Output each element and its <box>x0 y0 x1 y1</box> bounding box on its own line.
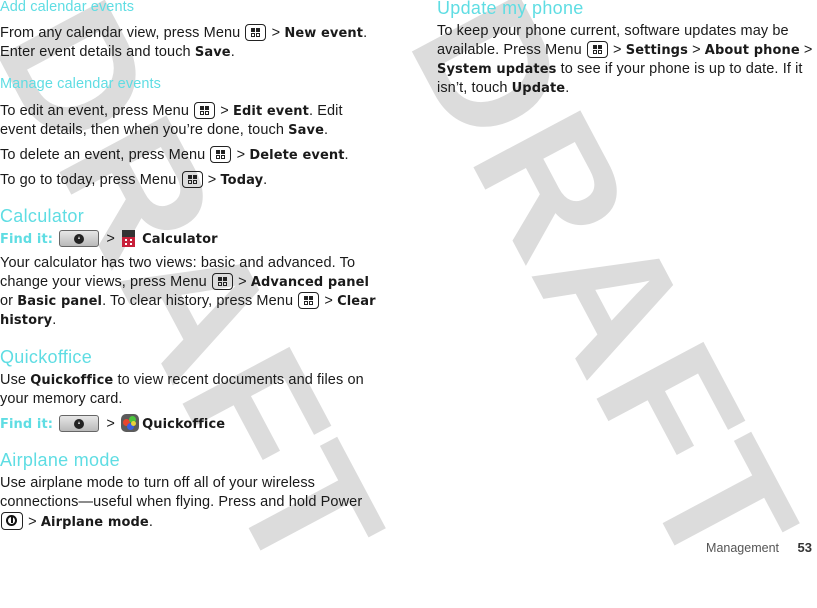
paragraph: Use Quickoffice to view recent documents… <box>0 371 380 409</box>
text: . <box>344 147 349 163</box>
option-airplane-mode: Airplane mode <box>40 515 149 530</box>
option-settings: Settings <box>625 43 688 58</box>
calculator-app-icon <box>122 230 136 247</box>
option-today: Today <box>220 173 264 188</box>
section-heading: Add calendar events <box>0 0 135 15</box>
text: . <box>230 44 235 60</box>
section-airplane-mode: Airplane mode Use airplane mode to turn … <box>0 449 380 532</box>
separator: > <box>803 42 813 58</box>
menu-key-icon <box>181 171 203 188</box>
menu-key-icon <box>210 146 232 163</box>
separator: > <box>220 103 229 119</box>
text: From any calendar view, press Menu <box>0 25 241 41</box>
section-update-my-phone: Update my phone To keep your phone curre… <box>437 0 817 98</box>
app-name-calculator: Calculator <box>142 232 218 247</box>
option-system-updates: System updates <box>437 62 557 77</box>
text: . <box>324 122 329 138</box>
page-number: 53 <box>797 540 812 555</box>
app-name-quickoffice: Quickoffice <box>30 373 114 388</box>
separator: > <box>28 514 37 530</box>
home-key-icon <box>59 415 100 432</box>
option-basic-panel: Basic panel <box>17 294 103 309</box>
footer-section-name: Management <box>706 541 779 555</box>
option-edit-event: Edit event <box>233 104 309 119</box>
section-manage-calendar-events: Manage calendar events To edit an event,… <box>0 76 380 190</box>
option-advanced-panel: Advanced panel <box>250 275 370 290</box>
text: . <box>148 514 153 530</box>
section-heading: Calculator <box>0 206 85 226</box>
menu-key-icon <box>194 102 216 119</box>
separator: > <box>207 172 217 188</box>
text: . <box>565 80 570 96</box>
menu-key-icon <box>298 292 320 309</box>
menu-key-icon <box>586 41 608 58</box>
text: To edit an event, press Menu <box>0 103 189 119</box>
text: or <box>0 293 14 309</box>
text: Use airplane mode to turn off all of you… <box>0 475 363 510</box>
find-it-line: Find it: > Calculator <box>0 230 380 249</box>
paragraph: Use airplane mode to turn off all of you… <box>0 474 380 532</box>
menu-key-icon <box>211 273 233 290</box>
separator: > <box>106 416 115 432</box>
find-it-label: Find it: <box>0 232 54 247</box>
quickoffice-app-icon <box>121 414 140 432</box>
paragraph: To go to today, press Menu > Today. <box>0 171 380 190</box>
section-add-calendar-events: Add calendar events From any calendar vi… <box>0 0 380 62</box>
section-calculator: Calculator Find it: > Calculator Your ca… <box>0 205 380 330</box>
paragraph: Your calculator has two views: basic and… <box>0 254 380 330</box>
find-it-label: Find it: <box>0 417 54 432</box>
option-new-event: New event <box>284 26 364 41</box>
section-heading: Manage calendar events <box>0 76 161 92</box>
text: Use <box>0 372 27 388</box>
section-quickoffice: Quickoffice Use Quickoffice to view rece… <box>0 346 380 434</box>
paragraph: To keep your phone current, software upd… <box>437 22 817 98</box>
paragraph: To edit an event, press Menu > Edit even… <box>0 102 380 140</box>
separator: > <box>271 25 281 41</box>
text: To go to today, press Menu <box>0 172 177 188</box>
option-about-phone: About phone <box>704 43 800 58</box>
paragraph: From any calendar view, press Menu > New… <box>0 24 380 62</box>
text: To delete an event, press Menu <box>0 147 206 163</box>
home-key-icon <box>59 230 100 247</box>
option-save: Save <box>194 45 231 60</box>
app-name-quickoffice: Quickoffice <box>142 417 226 432</box>
separator: > <box>106 231 115 247</box>
paragraph: To delete an event, press Menu > Delete … <box>0 146 380 165</box>
separator: > <box>236 147 246 163</box>
power-key-icon <box>1 512 23 530</box>
right-column: Update my phone To keep your phone curre… <box>437 0 817 98</box>
text: . <box>363 25 368 41</box>
separator: > <box>238 274 247 290</box>
left-column: Add calendar events From any calendar vi… <box>0 0 380 532</box>
text: Enter event details and touch <box>0 44 191 60</box>
option-update: Update <box>511 81 566 96</box>
find-it-line: Find it: > Quickoffice <box>0 414 380 434</box>
option-save: Save <box>288 123 324 138</box>
text: . <box>263 172 268 188</box>
section-heading: Airplane mode <box>0 450 120 470</box>
text: . To clear history, press Menu <box>102 293 294 309</box>
separator: > <box>324 293 333 309</box>
section-heading: Quickoffice <box>0 347 93 367</box>
separator: > <box>692 42 701 58</box>
menu-key-icon <box>245 24 267 41</box>
section-heading: Update my phone <box>437 0 584 18</box>
option-delete-event: Delete event <box>249 148 345 163</box>
separator: > <box>613 42 622 58</box>
text: . <box>52 312 57 328</box>
